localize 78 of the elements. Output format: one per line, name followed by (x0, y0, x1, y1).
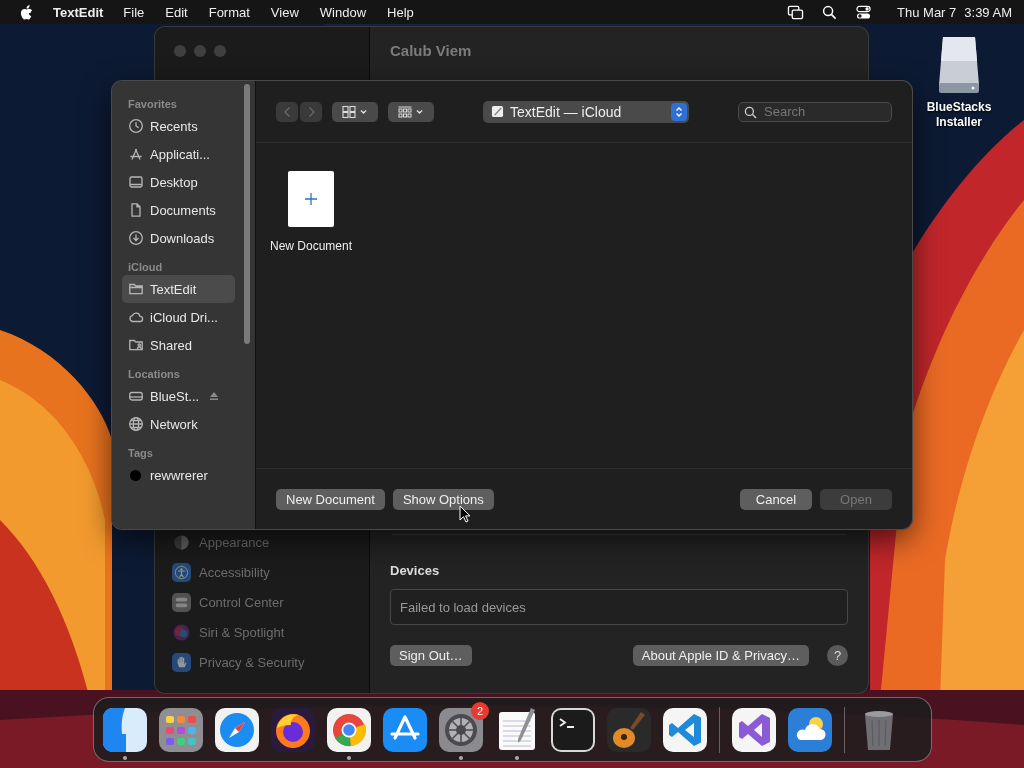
guitar-icon[interactable] (607, 707, 651, 752)
window-title: Calub Viem (390, 41, 472, 59)
sidebar-item[interactable]: Documents (122, 196, 235, 224)
grouped-grid-icon (397, 105, 425, 118)
sign-out-button[interactable]: Sign Out… (390, 645, 472, 666)
document-icon (491, 105, 504, 118)
document-icon (128, 202, 144, 218)
file-name[interactable]: New Document (270, 239, 353, 253)
app-store-icon[interactable] (383, 707, 427, 752)
sidebar-heading: Locations (127, 368, 181, 380)
sidebar-item[interactable]: Shared (122, 331, 235, 359)
gear-icon[interactable] (439, 707, 483, 752)
eject-icon[interactable] (209, 391, 220, 401)
devices-field: Failed to load devices (390, 589, 848, 625)
sidebar-item[interactable]: Network (122, 410, 235, 438)
search-icon[interactable] (821, 4, 839, 20)
scrollbar-thumb[interactable] (244, 84, 250, 344)
menu-item[interactable]: View (270, 4, 299, 20)
menu-item[interactable]: File (123, 4, 145, 20)
hand-icon (172, 652, 191, 672)
cloud-icon (128, 309, 144, 325)
sidebar-heading: iCloud (127, 261, 164, 273)
sidebar-item[interactable]: TextEdit (122, 275, 235, 303)
sidebar-item[interactable]: Recents (122, 112, 235, 140)
sidebar-item[interactable]: rewwrerer (122, 461, 235, 489)
menu-item[interactable]: Format (208, 4, 250, 20)
menu-item[interactable]: Edit (165, 4, 188, 20)
menu-item[interactable]: Help (387, 4, 414, 20)
icon-view-button[interactable] (332, 101, 378, 122)
appearance-icon (172, 532, 191, 552)
control-center-icon[interactable] (855, 4, 873, 20)
stepper-icon[interactable] (675, 105, 683, 118)
app-menu[interactable]: TextEdit (53, 4, 104, 20)
help-button[interactable]: ? (827, 645, 848, 666)
grid-icon[interactable] (159, 707, 203, 752)
search-icon (744, 105, 757, 119)
sidebar-item[interactable]: BlueSt... (122, 382, 235, 410)
orb-icon (172, 622, 191, 642)
sidebar-heading: Tags (127, 447, 154, 459)
location-popup[interactable]: TextEdit — iCloud (483, 100, 689, 123)
compass-icon[interactable] (215, 707, 259, 752)
desktop-icon-label[interactable]: BlueStacks Installer (916, 100, 1002, 130)
menu-bar-time[interactable]: 3:39 AM (964, 4, 1012, 20)
accessibility-icon (172, 562, 191, 582)
sidebar-heading: Favorites (127, 98, 178, 110)
globe-icon (128, 416, 144, 432)
display-icon (128, 174, 144, 190)
apps-icon (128, 146, 144, 162)
code-chevron-icon[interactable] (663, 707, 707, 752)
sidebar-item[interactable]: iCloud Dri... (122, 303, 235, 331)
sidebar-item[interactable]: Downloads (122, 224, 235, 252)
dialog-button[interactable]: New Document (276, 488, 385, 510)
about-button[interactable]: About Apple ID & Privacy… (632, 645, 809, 666)
chevron-left-icon (282, 105, 292, 118)
notification-badge: 2 (471, 701, 489, 720)
chevron-right-icon (306, 105, 316, 118)
clock-icon (128, 118, 144, 134)
toggles-icon (172, 592, 191, 612)
dialog-button[interactable]: Cancel (740, 488, 812, 510)
dialog-button[interactable]: Show Options (392, 488, 494, 510)
folder-icon (128, 281, 144, 297)
ring-icon[interactable] (327, 707, 371, 752)
mouse-pointer-icon (459, 505, 471, 523)
grid-icon (341, 105, 369, 118)
screen-mirroring-icon[interactable] (787, 4, 805, 20)
cloud-sun-icon[interactable] (788, 707, 832, 752)
menu-item[interactable]: Window (319, 4, 367, 20)
download-icon (128, 230, 144, 246)
shared-folder-icon (128, 337, 144, 353)
flame-globe-icon[interactable] (271, 707, 315, 752)
terminal-icon[interactable] (551, 707, 595, 752)
sidebar-item[interactable]: Applicati... (122, 140, 235, 168)
menu-bar-date[interactable]: Thu Mar 7 (897, 4, 957, 20)
apple-logo-icon[interactable] (20, 4, 33, 20)
section-heading: Devices (390, 563, 440, 578)
search-field[interactable]: Search (738, 101, 892, 122)
group-button[interactable] (388, 101, 434, 122)
sidebar-item[interactable]: Desktop (122, 168, 235, 196)
